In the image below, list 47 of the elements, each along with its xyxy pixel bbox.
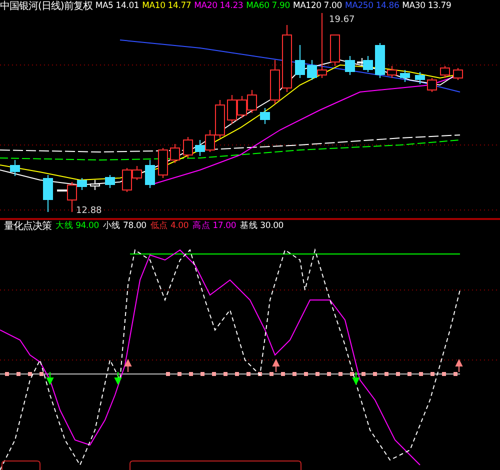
candlestick bbox=[105, 174, 115, 188]
candlestick bbox=[183, 136, 193, 158]
candlestick bbox=[440, 66, 450, 78]
indicator-value: MA20 14.23 bbox=[194, 0, 244, 13]
candlestick bbox=[415, 72, 425, 84]
candlestick bbox=[282, 24, 292, 92]
chart-title: 中国银河(日线)前复权 bbox=[0, 0, 92, 13]
up-arrow-icon bbox=[272, 360, 280, 372]
up-arrow-icon bbox=[124, 360, 132, 372]
down-arrow-icon bbox=[114, 372, 122, 384]
candlestick bbox=[453, 68, 463, 80]
indicator-value: MA10 14.77 bbox=[142, 0, 192, 13]
indicator-value: MA5 14.01 bbox=[95, 0, 140, 13]
price-label: 12.88 bbox=[76, 206, 102, 216]
candlestick bbox=[247, 90, 257, 114]
candlestick bbox=[43, 174, 53, 212]
candlestick bbox=[145, 160, 155, 188]
indicator-value: MA250 14.86 bbox=[344, 0, 400, 13]
candlestick bbox=[237, 96, 247, 118]
candlestick bbox=[375, 42, 385, 78]
indicator-value: 高点 17.00 bbox=[192, 220, 236, 233]
candlestick bbox=[170, 144, 180, 164]
indicator-title: 量化点决策 bbox=[4, 220, 52, 233]
candlestick bbox=[227, 94, 237, 124]
indicator-value: 基线 30.00 bbox=[240, 220, 284, 233]
price-label: 19.67 bbox=[329, 15, 355, 25]
candlestick bbox=[387, 66, 397, 78]
indicator-value: MA30 13.79 bbox=[402, 0, 452, 13]
indicator-value: 大线 94.00 bbox=[56, 220, 99, 233]
candlestick bbox=[158, 148, 168, 178]
indicator-value: 小线 78.00 bbox=[102, 220, 146, 233]
candlestick bbox=[10, 160, 20, 176]
candlestick bbox=[345, 56, 355, 76]
candlestick bbox=[260, 108, 270, 124]
candlestick bbox=[400, 70, 410, 82]
candlestick bbox=[295, 44, 305, 78]
down-arrow-icon bbox=[46, 372, 54, 384]
indicator-value: MA60 7.90 bbox=[246, 0, 290, 13]
down-arrow-icon bbox=[352, 372, 360, 384]
indicator-value: MA120 7.00 bbox=[292, 0, 342, 13]
candlestick bbox=[270, 60, 280, 104]
indicator-value: 低点 4.00 bbox=[150, 220, 189, 233]
up-arrow-icon bbox=[456, 360, 463, 372]
candlestick bbox=[330, 34, 340, 66]
candlestick bbox=[427, 78, 437, 92]
candlestick bbox=[90, 180, 100, 190]
candlestick bbox=[195, 140, 205, 156]
